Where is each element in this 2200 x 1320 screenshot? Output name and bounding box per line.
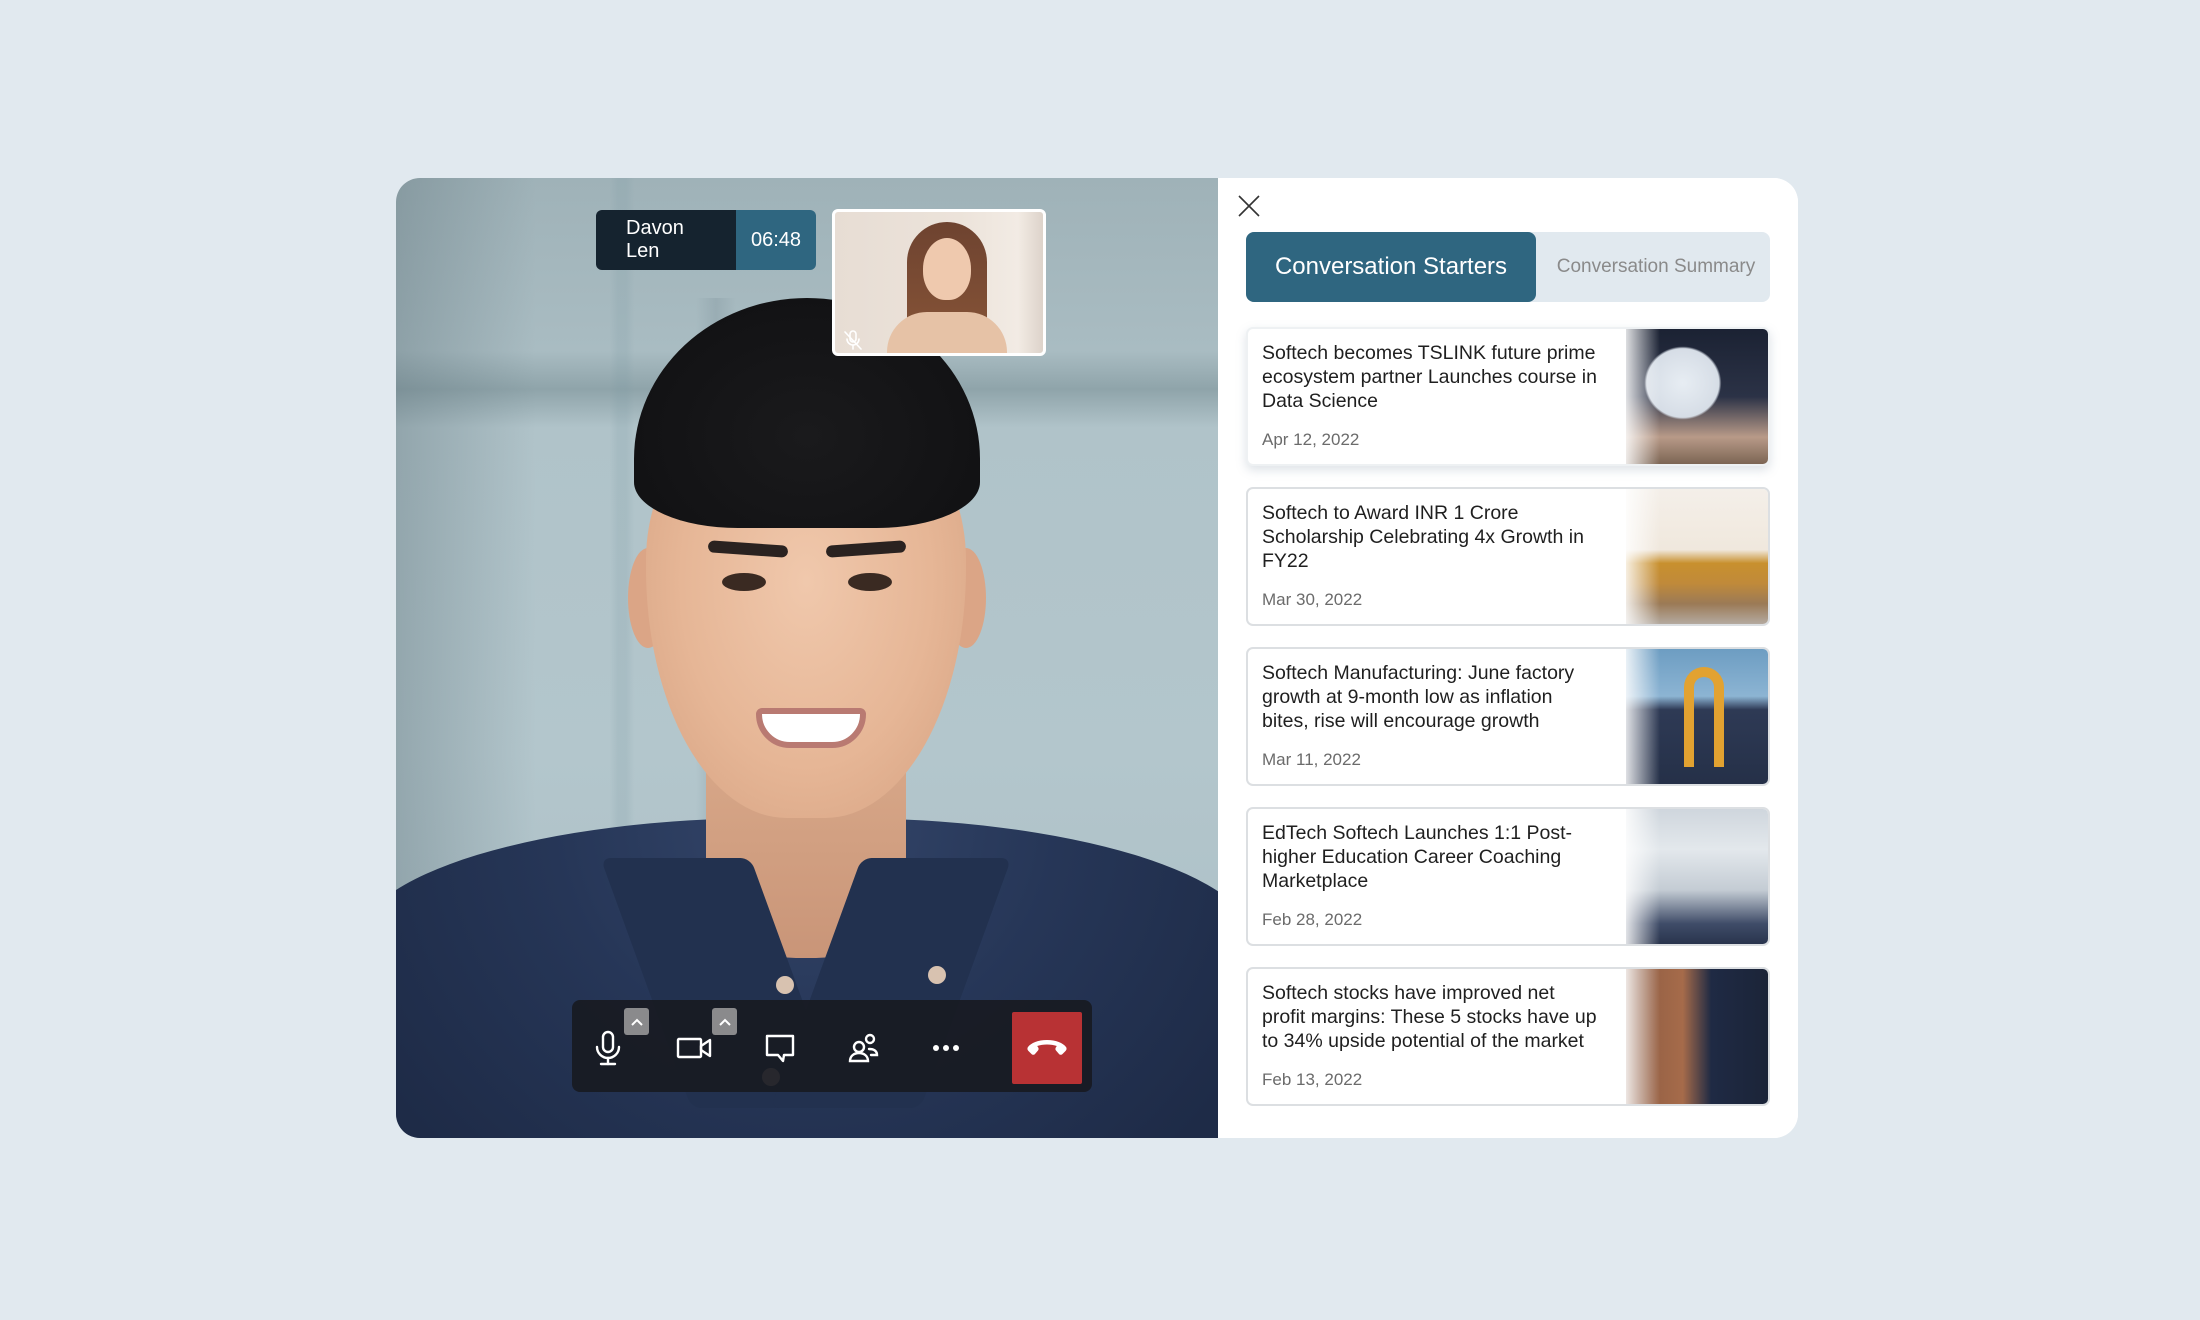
news-date: Mar 30, 2022 (1262, 590, 1363, 609)
mic-muted-icon (844, 330, 862, 350)
news-card[interactable]: Softech stocks have improved net profit … (1246, 967, 1770, 1106)
news-card[interactable]: Softech becomes TSLINK future prime ecos… (1246, 327, 1770, 466)
self-body (887, 312, 1007, 353)
participant-eye (722, 573, 766, 591)
tab-conversation-summary[interactable]: Conversation Summary (1536, 232, 1770, 302)
news-card[interactable]: EdTech Softech Launches 1:1 Post-higher … (1246, 807, 1770, 946)
news-thumbnail-video-call (1620, 969, 1768, 1104)
hang-up-icon (1027, 1040, 1067, 1055)
news-thumbnail-factory (1620, 649, 1768, 784)
video-camera-icon (676, 1037, 712, 1059)
participant-name: Davon Len (596, 210, 736, 270)
close-icon (1238, 195, 1260, 217)
self-view-video[interactable] (832, 209, 1046, 356)
news-date: Apr 12, 2022 (1262, 430, 1360, 449)
shirt-button (928, 966, 946, 984)
participant-smile (756, 708, 866, 748)
participants-button[interactable] (844, 1028, 884, 1068)
news-date: Feb 13, 2022 (1262, 1070, 1363, 1089)
participant-eye (848, 573, 892, 591)
tab-conversation-starters[interactable]: Conversation Starters (1246, 232, 1536, 302)
video-call-window: Davon Len 06:48 Conversation Starters Co… (396, 178, 1798, 1138)
news-thumbnail-meeting (1620, 489, 1768, 624)
close-panel-button[interactable] (1236, 193, 1262, 219)
microphone-button[interactable] (588, 1028, 628, 1068)
participants-icon (848, 1033, 879, 1063)
participant-badge: Davon Len 06:48 (596, 210, 816, 270)
microphone-icon (595, 1030, 621, 1066)
news-card[interactable]: Softech to Award INR 1 Crore Scholarship… (1246, 487, 1770, 626)
news-thumbnail-laptop (1620, 329, 1768, 464)
chevron-up-icon (718, 1018, 731, 1026)
self-face (923, 238, 971, 300)
news-title: Softech stocks have improved net profit … (1262, 982, 1597, 1052)
news-thumbnail-graduation (1620, 809, 1768, 944)
more-horizontal-icon (933, 1045, 959, 1051)
news-title: Softech Manufacturing: June factory grow… (1262, 662, 1575, 732)
news-card[interactable]: Softech Manufacturing: June factory grow… (1246, 647, 1770, 786)
conversation-panel: Conversation Starters Conversation Summa… (1218, 178, 1798, 1138)
remote-video-feed: Davon Len 06:48 (396, 178, 1218, 1138)
end-call-button[interactable] (1012, 1012, 1082, 1084)
panel-tabs: Conversation Starters Conversation Summa… (1246, 232, 1770, 302)
chat-bubble-icon (765, 1034, 795, 1063)
news-list: Softech becomes TSLINK future prime ecos… (1246, 327, 1770, 1127)
news-date: Feb 28, 2022 (1262, 910, 1363, 929)
chat-button[interactable] (760, 1028, 800, 1068)
news-date: Mar 11, 2022 (1262, 750, 1361, 769)
camera-button[interactable] (674, 1028, 714, 1068)
shirt-button (776, 976, 794, 994)
news-title: EdTech Softech Launches 1:1 Post-higher … (1262, 822, 1573, 892)
news-title: Softech becomes TSLINK future prime ecos… (1262, 342, 1597, 412)
camera-options-button[interactable] (712, 1008, 737, 1035)
microphone-options-button[interactable] (624, 1008, 649, 1035)
call-timer: 06:48 (736, 210, 816, 270)
call-controls-bar (572, 1000, 1092, 1092)
factory-arch (1684, 667, 1724, 767)
more-options-button[interactable] (926, 1028, 966, 1068)
news-title: Softech to Award INR 1 Crore Scholarship… (1262, 502, 1584, 572)
chevron-up-icon (630, 1018, 643, 1026)
